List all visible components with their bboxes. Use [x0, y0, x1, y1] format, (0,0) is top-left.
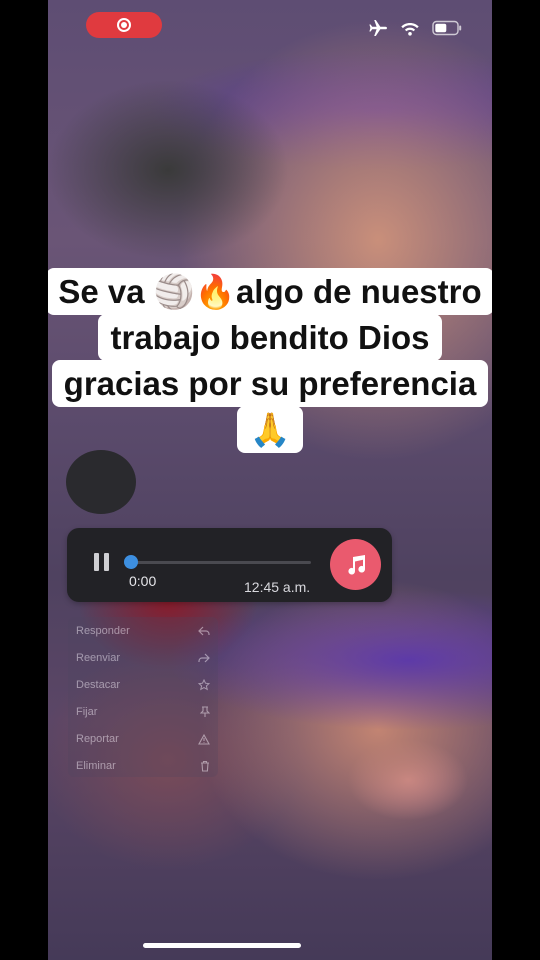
wifi-icon: [401, 23, 419, 36]
pause-icon[interactable]: [94, 553, 110, 571]
menu-item-fijar[interactable]: Fijar: [76, 702, 210, 722]
record-icon: [117, 18, 131, 32]
star-icon: [198, 679, 210, 691]
menu-item-responder[interactable]: Responder: [76, 621, 210, 641]
airplane-icon: [369, 20, 387, 36]
audio-progress-knob[interactable]: [124, 555, 138, 569]
caption-line-1: Se va 🏐🔥algo de nuestro: [48, 268, 492, 315]
home-indicator[interactable]: [143, 943, 301, 948]
screen-recording-indicator[interactable]: [86, 12, 162, 38]
menu-item-eliminar[interactable]: Eliminar: [76, 756, 210, 776]
audio-current-time: 0:00: [129, 573, 157, 589]
warning-icon: [198, 733, 210, 745]
battery-icon: [432, 20, 462, 36]
caption-line-2: trabajo bendito Dios: [98, 314, 442, 361]
status-icons: [368, 19, 462, 37]
audio-progress-track[interactable]: [129, 561, 311, 564]
caption-line-3: gracias por su preferencia: [51, 360, 489, 407]
status-bar: [48, 0, 492, 50]
menu-item-label: Eliminar: [76, 760, 116, 772]
caption-line-4: 🙏: [237, 406, 303, 453]
menu-item-reportar[interactable]: Reportar: [76, 729, 210, 749]
context-menu: Responder Reenviar Destacar Fijar Report…: [68, 617, 218, 777]
message-timestamp: 12:45 a.m.: [244, 579, 311, 595]
music-note-icon: [347, 554, 365, 575]
trash-icon: [201, 760, 209, 772]
pin-icon: [200, 706, 210, 717]
menu-item-reenviar[interactable]: Reenviar: [76, 648, 210, 668]
reply-icon: [198, 626, 210, 636]
music-button[interactable]: [330, 539, 381, 590]
menu-item-destacar[interactable]: Destacar: [76, 675, 210, 695]
video-screen: Se va 🏐🔥algo de nuestro trabajo bendito …: [48, 0, 492, 960]
menu-item-label: Reportar: [76, 733, 119, 745]
video-caption: Se va 🏐🔥algo de nuestro trabajo bendito …: [48, 268, 492, 453]
audio-message-player: 0:00 12:45 a.m.: [67, 528, 392, 602]
menu-item-label: Responder: [76, 625, 130, 637]
forward-icon: [198, 653, 210, 663]
avatar: [66, 450, 136, 514]
menu-item-label: Fijar: [76, 706, 98, 718]
menu-item-label: Reenviar: [76, 652, 121, 664]
menu-item-label: Destacar: [76, 679, 121, 691]
